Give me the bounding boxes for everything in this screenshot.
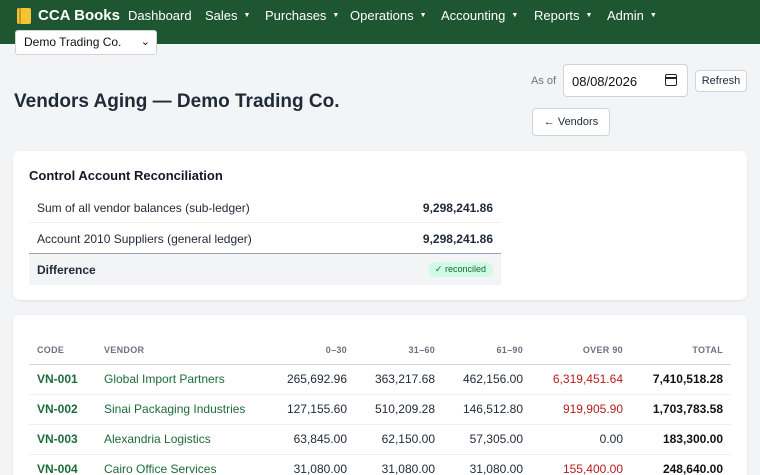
- caret-down-icon: ▼: [649, 12, 657, 19]
- nav-label: Admin: [607, 8, 644, 23]
- col-header-total[interactable]: TOTAL: [631, 336, 731, 365]
- aging-table-card: CODE VENDOR 0–30 31–60 61–90 OVER 90 TOT…: [13, 315, 747, 475]
- brand-name: CCA Books: [38, 7, 120, 24]
- table-row: VN-003 Alexandria Logistics 63,845.00 62…: [29, 424, 731, 455]
- col-header-31-60[interactable]: 31–60: [355, 336, 443, 365]
- caret-down-icon: ▼: [332, 12, 340, 19]
- recon-row-label: Sum of all vendor balances (sub-ledger): [37, 201, 250, 215]
- page-title: Vendors Aging — Demo Trading Co.: [14, 91, 340, 112]
- caret-down-icon: ▼: [243, 12, 251, 19]
- table-header-row: CODE VENDOR 0–30 31–60 61–90 OVER 90 TOT…: [29, 336, 731, 365]
- reconciliation-title: Control Account Reconciliation: [29, 168, 223, 183]
- cell-31-60: 31,080.00: [355, 454, 443, 475]
- cell-total: 183,300.00: [631, 424, 731, 455]
- aging-table: CODE VENDOR 0–30 31–60 61–90 OVER 90 TOT…: [29, 336, 731, 475]
- calendar-icon[interactable]: [665, 74, 677, 86]
- cell-61-90: 462,156.00: [443, 364, 531, 395]
- nav-item-purchases[interactable]: Purchases ▼: [265, 8, 339, 23]
- brand[interactable]: CCA Books: [17, 7, 120, 24]
- nav-item-accounting[interactable]: Accounting ▼: [441, 8, 518, 23]
- recon-row-subledger: Sum of all vendor balances (sub-ledger) …: [29, 192, 501, 223]
- cell-total: 7,410,518.28: [631, 364, 731, 395]
- cell-over-90: 0.00: [531, 424, 631, 455]
- nav-item-reports[interactable]: Reports ▼: [534, 8, 592, 23]
- refresh-button[interactable]: Refresh: [695, 70, 747, 92]
- nav-label: Reports: [534, 8, 580, 23]
- cell-total: 1,703,783.58: [631, 394, 731, 425]
- recon-row-value: 9,298,241.86: [422, 232, 493, 246]
- as-of-date-value: 08/08/2026: [572, 74, 638, 89]
- col-header-61-90[interactable]: 61–90: [443, 336, 531, 365]
- cell-0-30: 31,080.00: [270, 454, 355, 475]
- nav-item-sales[interactable]: Sales ▼: [205, 8, 250, 23]
- nav-item-operations[interactable]: Operations ▼: [350, 8, 427, 23]
- as-of-label: As of: [531, 75, 557, 87]
- cell-0-30: 63,845.00: [270, 424, 355, 455]
- nav-label: Dashboard: [128, 8, 192, 23]
- cell-0-30: 127,155.60: [270, 394, 355, 425]
- vendor-name-link[interactable]: Alexandria Logistics: [96, 424, 270, 455]
- cell-31-60: 62,150.00: [355, 424, 443, 455]
- recon-row-label: Account 2010 Suppliers (general ledger): [37, 232, 252, 246]
- table-row: VN-001 Global Import Partners 265,692.96…: [29, 364, 731, 395]
- cell-total: 248,640.00: [631, 454, 731, 475]
- col-header-code[interactable]: CODE: [29, 336, 96, 365]
- col-header-vendor[interactable]: VENDOR: [96, 336, 270, 365]
- recon-row-difference: Difference ✓ reconciled: [29, 254, 501, 285]
- as-of-date-input[interactable]: 08/08/2026: [563, 64, 688, 97]
- vendor-code-link[interactable]: VN-004: [29, 454, 96, 475]
- vendor-code-link[interactable]: VN-001: [29, 364, 96, 395]
- nav-item-admin[interactable]: Admin ▼: [607, 8, 657, 23]
- cell-over-90: 6,319,451.64: [531, 364, 631, 395]
- book-icon: [17, 7, 31, 24]
- caret-down-icon: ▼: [585, 12, 593, 19]
- vendor-code-link[interactable]: VN-003: [29, 424, 96, 455]
- chevron-down-icon: ⌄: [140, 36, 150, 48]
- table-row: VN-004 Cairo Office Services 31,080.00 3…: [29, 454, 731, 475]
- nav-label: Accounting: [441, 8, 506, 23]
- vendor-name-link[interactable]: Cairo Office Services: [96, 454, 270, 475]
- vendor-name-link[interactable]: Global Import Partners: [96, 364, 270, 395]
- back-to-vendors-button[interactable]: ← Vendors: [532, 108, 610, 136]
- table-row: VN-002 Sinai Packaging Industries 127,15…: [29, 394, 731, 425]
- caret-down-icon: ▼: [511, 12, 519, 19]
- cell-61-90: 146,512.80: [443, 394, 531, 425]
- reconciled-badge: ✓ reconciled: [427, 262, 493, 277]
- cell-61-90: 31,080.00: [443, 454, 531, 475]
- vendor-code-link[interactable]: VN-002: [29, 394, 96, 425]
- col-header-over-90[interactable]: OVER 90: [531, 336, 631, 365]
- reconciliation-card: Control Account Reconciliation Sum of al…: [13, 151, 747, 300]
- caret-down-icon: ▼: [419, 12, 427, 19]
- vendor-name-link[interactable]: Sinai Packaging Industries: [96, 394, 270, 425]
- cell-0-30: 265,692.96: [270, 364, 355, 395]
- cell-61-90: 57,305.00: [443, 424, 531, 455]
- company-select-value: Demo Trading Co.: [24, 35, 122, 49]
- col-header-0-30[interactable]: 0–30: [270, 336, 355, 365]
- cell-31-60: 363,217.68: [355, 364, 443, 395]
- cell-over-90: 155,400.00: [531, 454, 631, 475]
- cell-31-60: 510,209.28: [355, 394, 443, 425]
- nav-label: Sales: [205, 8, 238, 23]
- recon-row-value: 9,298,241.86: [422, 201, 493, 215]
- difference-label: Difference: [37, 263, 96, 277]
- recon-row-general-ledger: Account 2010 Suppliers (general ledger) …: [29, 223, 501, 254]
- company-select[interactable]: Demo Trading Co. ⌄: [15, 30, 157, 55]
- nav-label: Operations: [350, 8, 414, 23]
- nav-item-dashboard[interactable]: Dashboard: [128, 8, 192, 23]
- nav-label: Purchases: [265, 8, 327, 23]
- cell-over-90: 919,905.90: [531, 394, 631, 425]
